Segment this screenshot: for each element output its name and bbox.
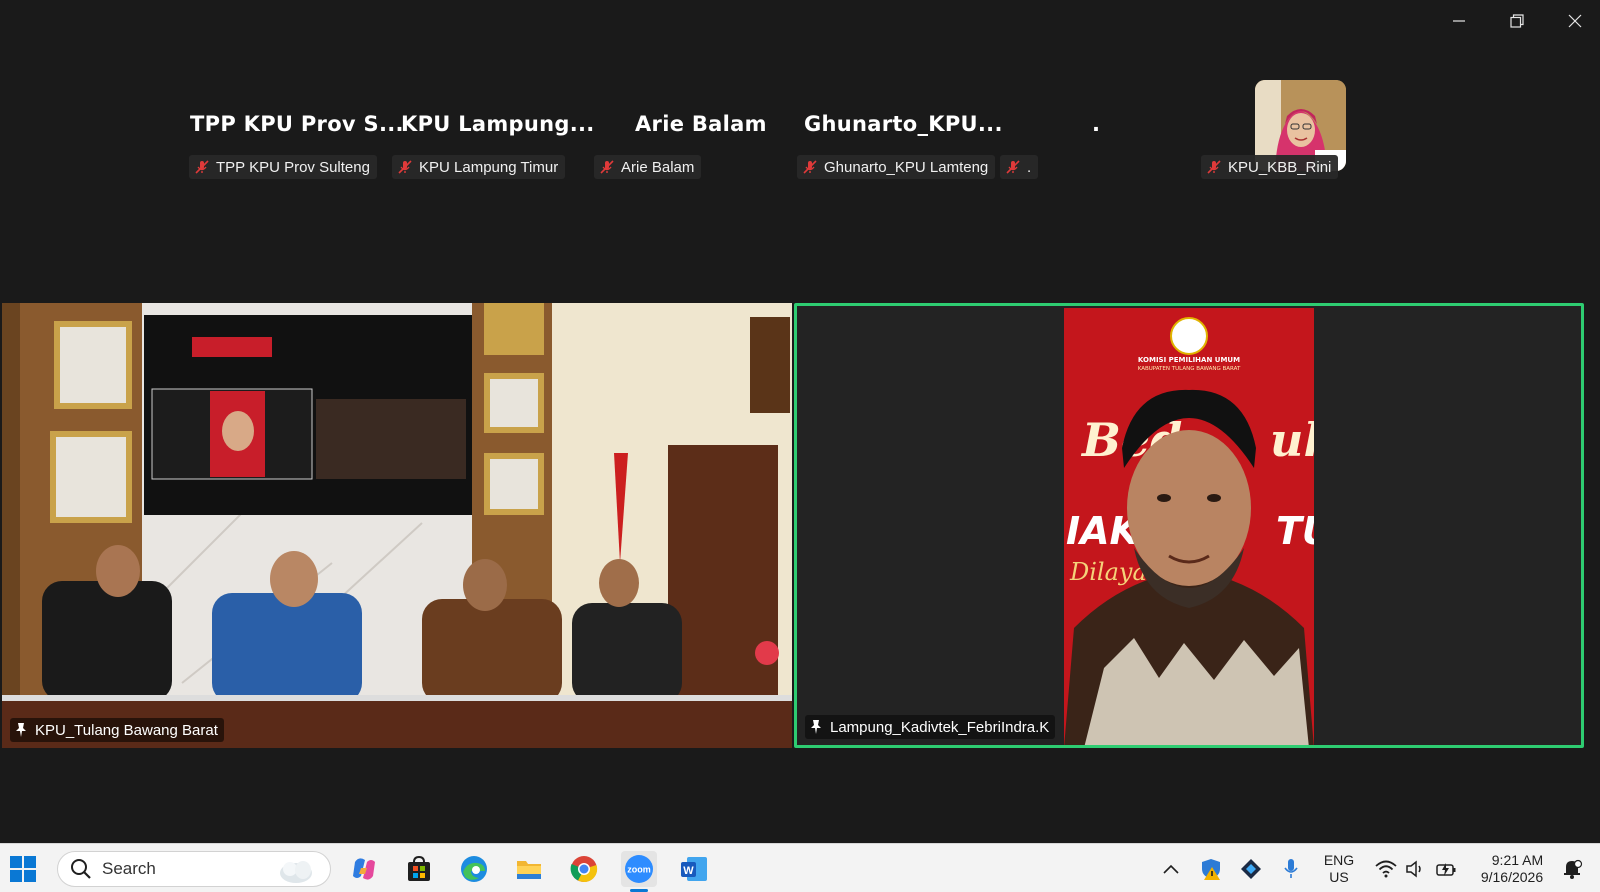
- zoom-icon-label: zoom: [627, 865, 651, 875]
- participant-tag-label: KPU Lampung Timur: [419, 158, 559, 176]
- banner-region: KABUPATEN TULANG BAWANG BARAT: [1137, 366, 1241, 372]
- file-explorer-icon: [517, 861, 541, 879]
- microphone-icon: [1284, 859, 1298, 878]
- banner-script-2: uk: [1270, 413, 1314, 467]
- chrome-icon: [570, 856, 598, 883]
- banner-org: KOMISI PEMILIHAN UMUM: [1137, 356, 1241, 364]
- participant-tag-label: KPU_KBB_Rini: [1228, 158, 1332, 176]
- diamond-app-icon: [1241, 859, 1261, 879]
- show-hidden-icons-button[interactable]: [1159, 853, 1183, 885]
- banner-line-2b: TUS: [1276, 509, 1314, 553]
- wifi-icon: [1375, 860, 1397, 878]
- participant-name: KPU Lampung...: [401, 112, 595, 136]
- speaker-video: Bed uk IAK K TUS Dilaya KOMISI PEMILIHAN…: [1064, 308, 1314, 745]
- volume-tray-button[interactable]: [1402, 853, 1428, 885]
- copilot-button[interactable]: [346, 851, 382, 887]
- language-line-2: US: [1329, 869, 1349, 885]
- edge-button[interactable]: [456, 851, 492, 887]
- participant-tag-label: Ghunarto_KPU Lamteng: [824, 158, 989, 176]
- microsoft-store-icon: [408, 855, 430, 881]
- edge-icon: [461, 856, 487, 882]
- pin-icon: [16, 723, 26, 737]
- mic-muted-icon: [1006, 160, 1020, 174]
- participant-tag-label: TPP KPU Prov Sulteng: [216, 158, 370, 176]
- participant-name: .: [1092, 112, 1101, 136]
- battery-charging-icon: [1436, 863, 1456, 876]
- mic-muted-icon: [803, 160, 817, 174]
- wifi-tray-button[interactable]: [1372, 853, 1400, 885]
- participant-tag-label: Arie Balam: [621, 158, 695, 176]
- zoom-meeting-window: TPP KPU Prov S... KPU Lampung... Arie Ba…: [0, 0, 1600, 892]
- video-name-label: KPU_Tulang Bawang Barat: [10, 718, 224, 742]
- banner-line-3: Dilaya: [1069, 558, 1147, 586]
- participant-name: Ghunarto_KPU...: [804, 112, 1003, 136]
- participant-tag-label: .: [1027, 158, 1032, 176]
- mic-muted-icon: [398, 160, 412, 174]
- taskbar-search-input[interactable]: Search: [57, 851, 331, 887]
- meeting-room-video: [2, 303, 792, 748]
- participant-tag[interactable]: KPU_KBB_Rini: [1201, 155, 1339, 179]
- clock-button[interactable]: 9:21 AM 9/16/2026: [1472, 852, 1552, 885]
- video-name-text: KPU_Tulang Bawang Barat: [35, 721, 218, 739]
- language-indicator[interactable]: ENG US: [1316, 852, 1362, 885]
- video-name-text: Lampung_Kadivtek_FebriIndra.K: [830, 718, 1050, 736]
- zoom-icon: zoom: [625, 855, 653, 883]
- minimize-button[interactable]: [1436, 6, 1482, 36]
- word-icon-label: W: [683, 865, 694, 877]
- clock-time: 9:21 AM: [1491, 852, 1544, 868]
- security-tray-button[interactable]: [1197, 853, 1225, 885]
- speaker-video-frame: Bed uk IAK K TUS Dilaya: [1064, 308, 1314, 745]
- start-button[interactable]: [5, 851, 41, 887]
- participant-tag[interactable]: KPU Lampung Timur: [392, 155, 566, 179]
- mic-muted-icon: [195, 160, 209, 174]
- participant-name: TPP KPU Prov S...: [190, 112, 404, 136]
- participant-tag[interactable]: TPP KPU Prov Sulteng: [189, 155, 377, 179]
- notification-bell-icon: [1564, 859, 1583, 879]
- windows-start-icon: [10, 856, 36, 882]
- copilot-icon: [353, 858, 375, 880]
- clock-date: 9/16/2026: [1480, 869, 1544, 885]
- video-tile-lampung-kadivtek[interactable]: Bed uk IAK K TUS Dilaya KOMISI PEMILIHAN…: [794, 303, 1584, 748]
- search-highlight-icon: [280, 861, 312, 883]
- participant-name: Arie Balam: [635, 112, 767, 136]
- shield-warning-icon: [1202, 859, 1220, 880]
- participant-tag[interactable]: .: [1000, 155, 1039, 179]
- video-tile-kpu-tulang-bawang-barat[interactable]: KPU_Tulang Bawang Barat: [2, 303, 792, 748]
- search-placeholder: Search: [102, 859, 156, 878]
- close-button[interactable]: [1552, 6, 1598, 36]
- search-icon: [71, 859, 91, 879]
- language-line-1: ENG: [1323, 852, 1355, 868]
- mic-muted-icon: [1207, 160, 1221, 174]
- notifications-button[interactable]: [1558, 853, 1586, 885]
- windows-taskbar: Search zoom W ENG US 9:21 AM 9/16/2026: [0, 843, 1600, 892]
- video-name-label: Lampung_Kadivtek_FebriIndra.K: [805, 715, 1056, 739]
- microphone-tray-button[interactable]: [1279, 853, 1303, 885]
- battery-tray-button[interactable]: [1432, 853, 1460, 885]
- file-explorer-button[interactable]: [511, 851, 547, 887]
- word-icon: W: [681, 857, 707, 881]
- speaker-volume-icon: [1406, 860, 1421, 878]
- restore-button[interactable]: [1494, 6, 1540, 36]
- close-icon: [1568, 14, 1582, 28]
- participant-tag[interactable]: Ghunarto_KPU Lamteng: [797, 155, 996, 179]
- word-button[interactable]: W: [676, 851, 712, 887]
- chrome-button[interactable]: [566, 851, 602, 887]
- zoom-button[interactable]: zoom: [621, 851, 657, 887]
- minimize-icon: [1453, 20, 1465, 22]
- mic-muted-icon: [600, 160, 614, 174]
- participant-tag[interactable]: Arie Balam: [594, 155, 702, 179]
- pin-icon: [811, 720, 821, 734]
- chevron-up-icon: [1163, 864, 1179, 874]
- diamond-tray-button[interactable]: [1237, 853, 1265, 885]
- restore-icon: [1510, 14, 1524, 28]
- microsoft-store-button[interactable]: [401, 851, 437, 887]
